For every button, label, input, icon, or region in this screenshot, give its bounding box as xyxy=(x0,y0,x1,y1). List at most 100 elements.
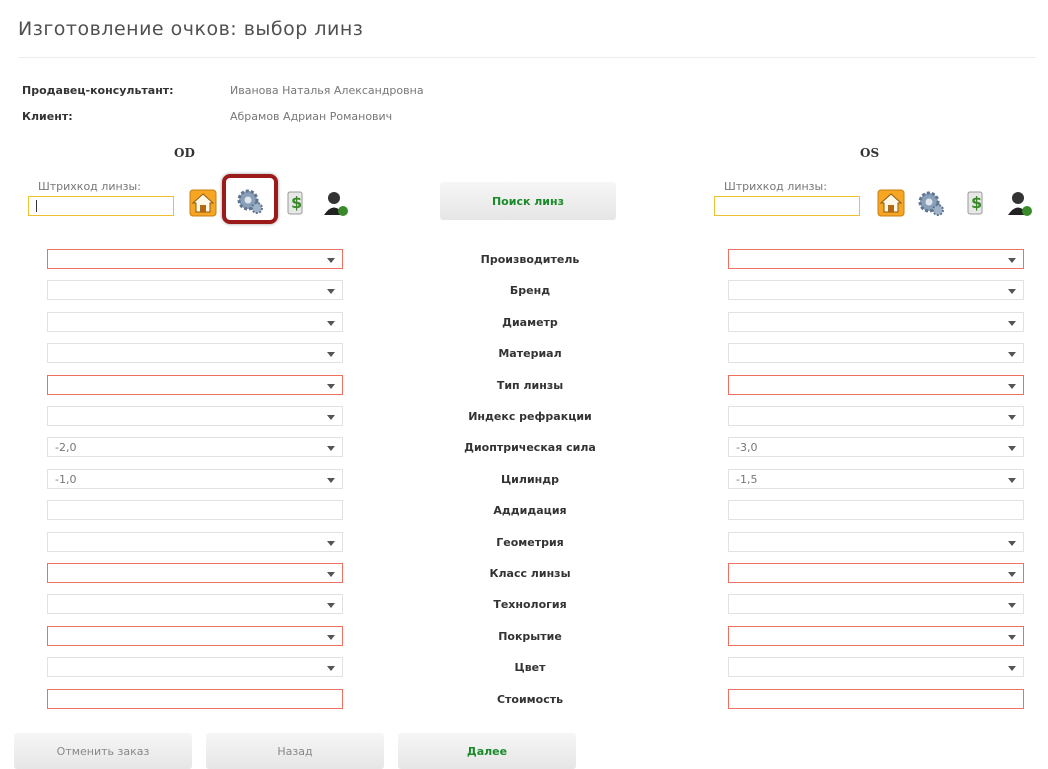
os-title: OS xyxy=(860,146,880,160)
row-label: Цилиндр xyxy=(500,473,560,486)
od-barcode-label: Штрихкод линзы: xyxy=(38,180,141,193)
chevron-down-icon xyxy=(327,666,335,671)
os-select[interactable] xyxy=(728,594,1024,614)
os-price-icon[interactable]: $ xyxy=(960,186,994,220)
chevron-down-icon xyxy=(1008,666,1016,671)
row-label: Диоптрическая сила xyxy=(464,441,596,454)
chevron-down-icon xyxy=(327,635,335,640)
od-select[interactable]: -2,0 xyxy=(47,437,343,457)
chevron-down-icon xyxy=(1008,321,1016,326)
chevron-down-icon xyxy=(327,415,335,420)
row-label: Класс линзы xyxy=(489,567,571,580)
chevron-down-icon xyxy=(1008,478,1016,483)
seller-label: Продавец-консультант: xyxy=(22,84,174,97)
od-select[interactable]: -1,0 xyxy=(47,469,343,489)
cancel-order-button[interactable]: Отменить заказ xyxy=(14,733,192,769)
chevron-down-icon xyxy=(327,541,335,546)
chevron-down-icon xyxy=(327,321,335,326)
back-button[interactable]: Назад xyxy=(206,733,384,769)
od-select[interactable] xyxy=(47,406,343,426)
client-value: Абрамов Адриан Романович xyxy=(230,110,393,123)
od-select[interactable] xyxy=(47,312,343,332)
chevron-down-icon xyxy=(327,446,335,451)
chevron-down-icon xyxy=(327,258,335,263)
chevron-down-icon xyxy=(1008,352,1016,357)
row-label: Диаметр xyxy=(502,316,558,329)
chevron-down-icon xyxy=(327,384,335,389)
od-select[interactable] xyxy=(47,249,343,269)
row-label: Покрытие xyxy=(498,630,562,643)
od-select[interactable] xyxy=(47,375,343,395)
os-field[interactable] xyxy=(728,689,1024,709)
od-field[interactable] xyxy=(47,500,343,520)
od-title: OD xyxy=(174,146,195,160)
chevron-down-icon xyxy=(1008,258,1016,263)
chevron-down-icon xyxy=(1008,603,1016,608)
os-select[interactable] xyxy=(728,312,1024,332)
os-select[interactable] xyxy=(728,657,1024,677)
os-settings-gear-icon[interactable] xyxy=(914,186,948,220)
field-value: -1,0 xyxy=(55,473,77,486)
search-lens-button[interactable]: Поиск линз xyxy=(440,182,616,220)
od-select[interactable] xyxy=(47,594,343,614)
row-label: Стоимость xyxy=(496,693,564,706)
os-home-icon[interactable] xyxy=(874,186,908,220)
row-label: Тип линзы xyxy=(496,379,564,392)
od-settings-gear-icon[interactable] xyxy=(233,184,267,218)
od-price-icon[interactable]: $ xyxy=(280,186,314,220)
chevron-down-icon xyxy=(1008,572,1016,577)
od-select[interactable] xyxy=(47,626,343,646)
os-select[interactable] xyxy=(728,249,1024,269)
os-barcode-input[interactable] xyxy=(714,196,860,216)
os-field[interactable] xyxy=(728,500,1024,520)
od-user-icon[interactable] xyxy=(318,186,352,220)
cancel-order-label: Отменить заказ xyxy=(56,744,150,758)
od-field[interactable] xyxy=(47,689,343,709)
os-select[interactable] xyxy=(728,406,1024,426)
next-label: Далее xyxy=(466,744,508,758)
row-label: Геометрия xyxy=(496,536,564,549)
back-label: Назад xyxy=(277,744,313,758)
od-select[interactable] xyxy=(47,657,343,677)
field-value: -1,5 xyxy=(736,473,758,486)
field-value: -3,0 xyxy=(736,441,758,454)
chevron-down-icon xyxy=(1008,446,1016,451)
page-title: Изготовление очков: выбор линз xyxy=(18,18,364,40)
chevron-down-icon xyxy=(1008,384,1016,389)
client-label: Клиент: xyxy=(22,110,73,123)
od-select[interactable] xyxy=(47,563,343,583)
os-select[interactable]: -1,5 xyxy=(728,469,1024,489)
next-button[interactable]: Далее xyxy=(398,733,576,769)
row-label: Материал xyxy=(498,347,562,360)
od-select[interactable] xyxy=(47,532,343,552)
os-select[interactable] xyxy=(728,626,1024,646)
chevron-down-icon xyxy=(1008,635,1016,640)
svg-text:$: $ xyxy=(291,193,302,212)
row-label: Бренд xyxy=(509,284,551,297)
row-label: Индекс рефракции xyxy=(468,410,592,423)
os-select[interactable]: -3,0 xyxy=(728,437,1024,457)
os-select[interactable] xyxy=(728,280,1024,300)
row-label: Цвет xyxy=(514,661,546,674)
os-select[interactable] xyxy=(728,343,1024,363)
od-select[interactable] xyxy=(47,280,343,300)
chevron-down-icon xyxy=(327,603,335,608)
os-select[interactable] xyxy=(728,532,1024,552)
od-home-icon[interactable] xyxy=(186,186,220,220)
chevron-down-icon xyxy=(1008,289,1016,294)
os-user-icon[interactable] xyxy=(1002,186,1036,220)
os-barcode-label: Штрихкод линзы: xyxy=(724,180,827,193)
od-select[interactable] xyxy=(47,343,343,363)
chevron-down-icon xyxy=(1008,541,1016,546)
chevron-down-icon xyxy=(327,289,335,294)
row-label: Технология xyxy=(493,598,567,611)
os-select[interactable] xyxy=(728,375,1024,395)
chevron-down-icon xyxy=(1008,415,1016,420)
lens-selection-page: Изготовление очков: выбор линз Продавец-… xyxy=(0,0,1048,769)
os-select[interactable] xyxy=(728,563,1024,583)
chevron-down-icon xyxy=(327,572,335,577)
svg-text:$: $ xyxy=(971,193,982,212)
od-barcode-input[interactable] xyxy=(28,196,174,216)
chevron-down-icon xyxy=(327,478,335,483)
field-value: -2,0 xyxy=(55,441,77,454)
